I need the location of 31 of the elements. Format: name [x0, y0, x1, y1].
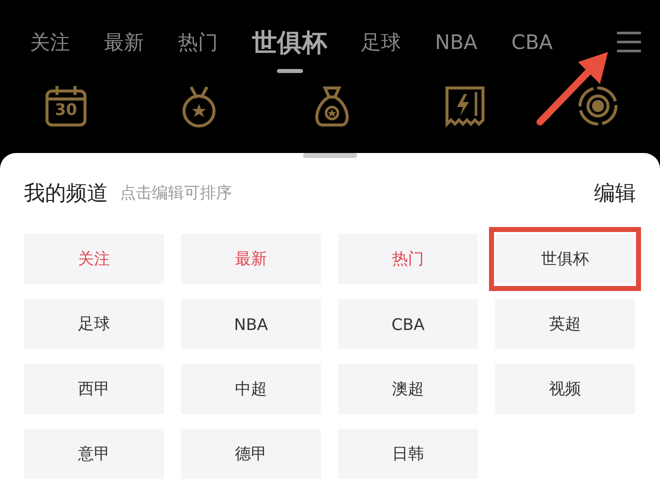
channel-tab[interactable]: NBA — [425, 30, 488, 54]
edit-button[interactable]: 编辑 — [594, 179, 636, 207]
sort-hint: 点击编辑可排序 — [120, 182, 232, 204]
channel-tile[interactable]: 德甲 — [181, 429, 321, 479]
channel-tab[interactable]: 关注 — [20, 28, 80, 56]
tab-indicator — [276, 68, 302, 72]
channel-tab[interactable]: 世俱杯 — [242, 26, 337, 58]
channel-tile[interactable]: 西甲 — [24, 364, 164, 414]
target-icon[interactable] — [576, 84, 620, 128]
channel-tab[interactable]: 最新 — [94, 28, 154, 56]
channel-tile[interactable]: 世俱杯 — [495, 234, 635, 284]
channel-tab[interactable]: 热门 — [168, 28, 228, 56]
channel-tile[interactable]: NBA — [181, 299, 321, 349]
lightning-card-icon[interactable] — [443, 84, 487, 128]
channel-tile[interactable]: 热门 — [338, 234, 478, 284]
channel-tile[interactable]: 足球 — [24, 299, 164, 349]
channel-tile[interactable]: 澳超 — [338, 364, 478, 414]
sheet-title: 我的频道 — [24, 180, 108, 207]
channel-tile[interactable]: 日韩 — [338, 429, 478, 479]
menu-icon — [616, 31, 642, 53]
channel-tab[interactable]: 足球 — [351, 28, 411, 56]
menu-button[interactable] — [616, 31, 642, 53]
channel-tile[interactable]: 英超 — [495, 299, 635, 349]
drag-handle[interactable] — [303, 153, 357, 158]
channel-tile[interactable]: 最新 — [181, 234, 321, 284]
channel-tile[interactable]: CBA — [338, 299, 478, 349]
channel-tile[interactable]: 意甲 — [24, 429, 164, 479]
channel-tile[interactable]: 视频 — [495, 364, 635, 414]
channel-tile[interactable]: 关注 — [24, 234, 164, 284]
channel-tile[interactable]: 中超 — [181, 364, 321, 414]
channel-tab[interactable]: CBA — [501, 30, 563, 54]
